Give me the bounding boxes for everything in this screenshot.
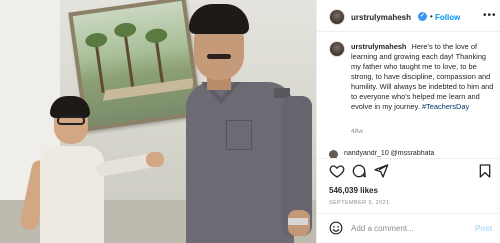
comment-icon[interactable] <box>351 163 367 179</box>
man-shirt <box>186 82 294 243</box>
boy-hand <box>146 152 164 167</box>
avatar[interactable] <box>329 9 345 25</box>
boy-hair <box>50 96 90 118</box>
more-options-icon[interactable]: ••• <box>483 10 497 21</box>
header-username[interactable]: urstrulymahesh <box>351 13 411 22</box>
divider <box>317 31 500 32</box>
man-pocket <box>226 120 252 150</box>
post-photo[interactable] <box>0 0 316 243</box>
man-hair <box>189 4 249 34</box>
caption-username[interactable]: urstrulymahesh <box>351 42 406 51</box>
boy-glasses <box>57 116 85 125</box>
caption-body: Here's to the love of learning and growi… <box>351 42 494 111</box>
action-bar <box>317 158 500 182</box>
likes-count[interactable]: 546,039 likes <box>329 186 378 195</box>
comment-text: nandyandr_10 @mssrabhata <box>343 150 435 157</box>
painting-tree <box>94 42 105 93</box>
painting-tree <box>154 38 165 85</box>
post-button[interactable]: Post <box>475 224 492 233</box>
comment-avatar[interactable] <box>329 150 338 158</box>
boy-shirt <box>40 146 104 243</box>
comment-input[interactable] <box>351 220 469 236</box>
caption-timestamp: 48w <box>351 128 363 135</box>
heart-icon[interactable] <box>329 163 345 179</box>
post-sidebar: urstrulymahesh ✓ • Follow ••• urstrulyma… <box>316 0 500 243</box>
share-icon[interactable] <box>373 163 389 179</box>
comment-box: Post <box>317 213 500 243</box>
caption-avatar[interactable] <box>329 41 345 57</box>
painting-canvas <box>72 0 198 128</box>
man-watch <box>288 218 308 225</box>
follow-separator: • <box>430 12 433 21</box>
painting-walkway <box>102 77 195 101</box>
caption-hashtag[interactable]: #TeachersDay <box>422 102 469 111</box>
comment-item: nandyandr_10 @mssrabhata <box>329 150 497 158</box>
post-date: SEPTEMBER 5, 2021 <box>329 200 390 206</box>
verified-badge-icon: ✓ <box>418 12 427 21</box>
smiley-icon[interactable] <box>329 221 343 235</box>
man-mustache <box>207 54 231 59</box>
painting-tree <box>123 32 135 89</box>
caption-text: urstrulymahesh Here's to the love of lea… <box>351 42 497 112</box>
follow-button[interactable]: Follow <box>435 13 460 22</box>
bookmark-icon[interactable] <box>477 163 493 179</box>
instagram-post: urstrulymahesh ✓ • Follow ••• urstrulyma… <box>0 0 500 243</box>
